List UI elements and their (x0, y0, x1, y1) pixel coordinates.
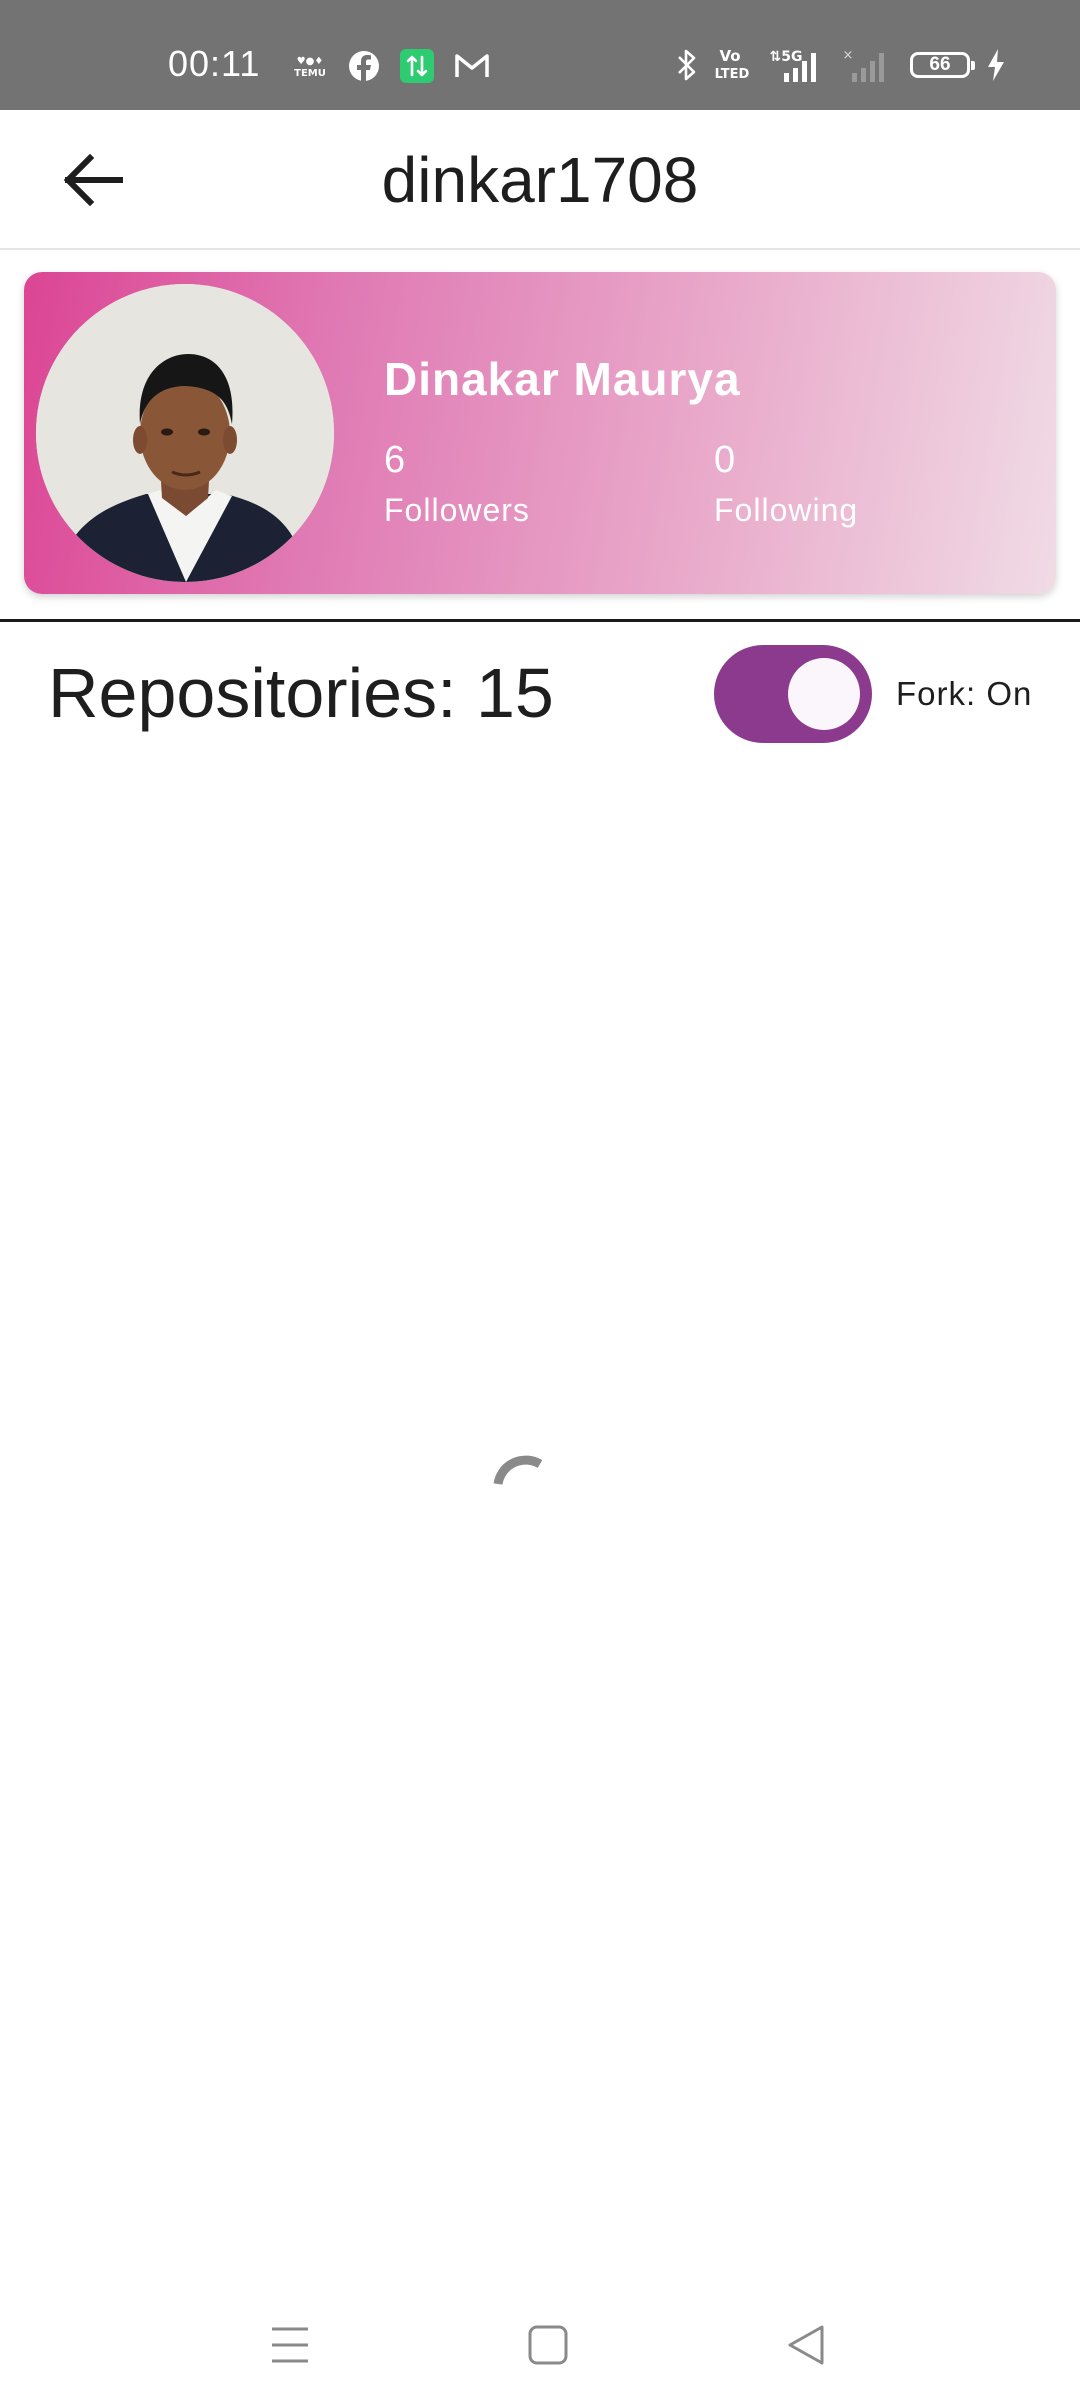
loading-spinner (480, 1440, 560, 1520)
volte-icon: Vo LTED (715, 47, 750, 82)
system-icons: Vo LTED ⇅5G × 66 (676, 44, 1006, 86)
followers-stat[interactable]: 6 Followers (384, 438, 530, 530)
svg-text:Vo: Vo (719, 47, 740, 65)
app-bar: dinkar1708 (0, 110, 1080, 250)
following-label: Following (714, 492, 859, 528)
user-name: Dinakar Maurya (384, 353, 741, 405)
charging-icon (988, 49, 1004, 81)
toggle-thumb (788, 658, 860, 730)
gmail-icon (455, 54, 489, 77)
system-nav-bar (0, 2290, 1080, 2400)
no-signal-icon: × (843, 48, 884, 82)
facebook-icon (349, 51, 379, 82)
repositories-count: Repositories: 15 (48, 654, 554, 732)
status-bar: 00:11 ♥●♦ TEMU Vo LTED ⇅5G × 66 (0, 0, 1080, 110)
recent-apps-button[interactable] (250, 2310, 330, 2380)
followers-count: 6 (384, 439, 406, 481)
menu-icon (272, 2327, 308, 2363)
following-stat[interactable]: 0 Following (714, 438, 858, 530)
temu-icon: ♥●♦ TEMU (294, 56, 326, 79)
status-time: 00:11 (168, 43, 261, 84)
avatar-photo (36, 284, 334, 582)
back-triangle-icon (788, 2325, 824, 2365)
svg-text:LTED: LTED (715, 67, 750, 82)
section-divider (0, 619, 1080, 622)
svg-text:⇅5G: ⇅5G (770, 49, 803, 65)
page-title: dinkar1708 (381, 144, 699, 216)
fork-toggle[interactable] (714, 645, 872, 743)
svg-text:♥●♦: ♥●♦ (297, 56, 324, 67)
profile-card: Dinakar Maurya 6 Followers 0 Following (24, 272, 1056, 594)
svg-text:×: × (843, 48, 854, 63)
system-back-button[interactable] (766, 2310, 846, 2380)
notification-icons: ♥●♦ TEMU (292, 46, 490, 86)
followers-label: Followers (384, 492, 530, 528)
fork-label: Fork: On (896, 675, 1033, 712)
battery-icon: 66 (910, 52, 975, 78)
avatar (36, 284, 334, 582)
5g-signal-icon: ⇅5G (770, 49, 816, 82)
home-square-icon (528, 2325, 568, 2365)
data-transfer-icon (400, 49, 434, 83)
following-count: 0 (714, 439, 736, 481)
bluetooth-icon (678, 49, 696, 81)
home-button[interactable] (508, 2310, 588, 2380)
svg-text:TEMU: TEMU (294, 68, 326, 79)
spinner-arc-icon (493, 1455, 543, 1485)
